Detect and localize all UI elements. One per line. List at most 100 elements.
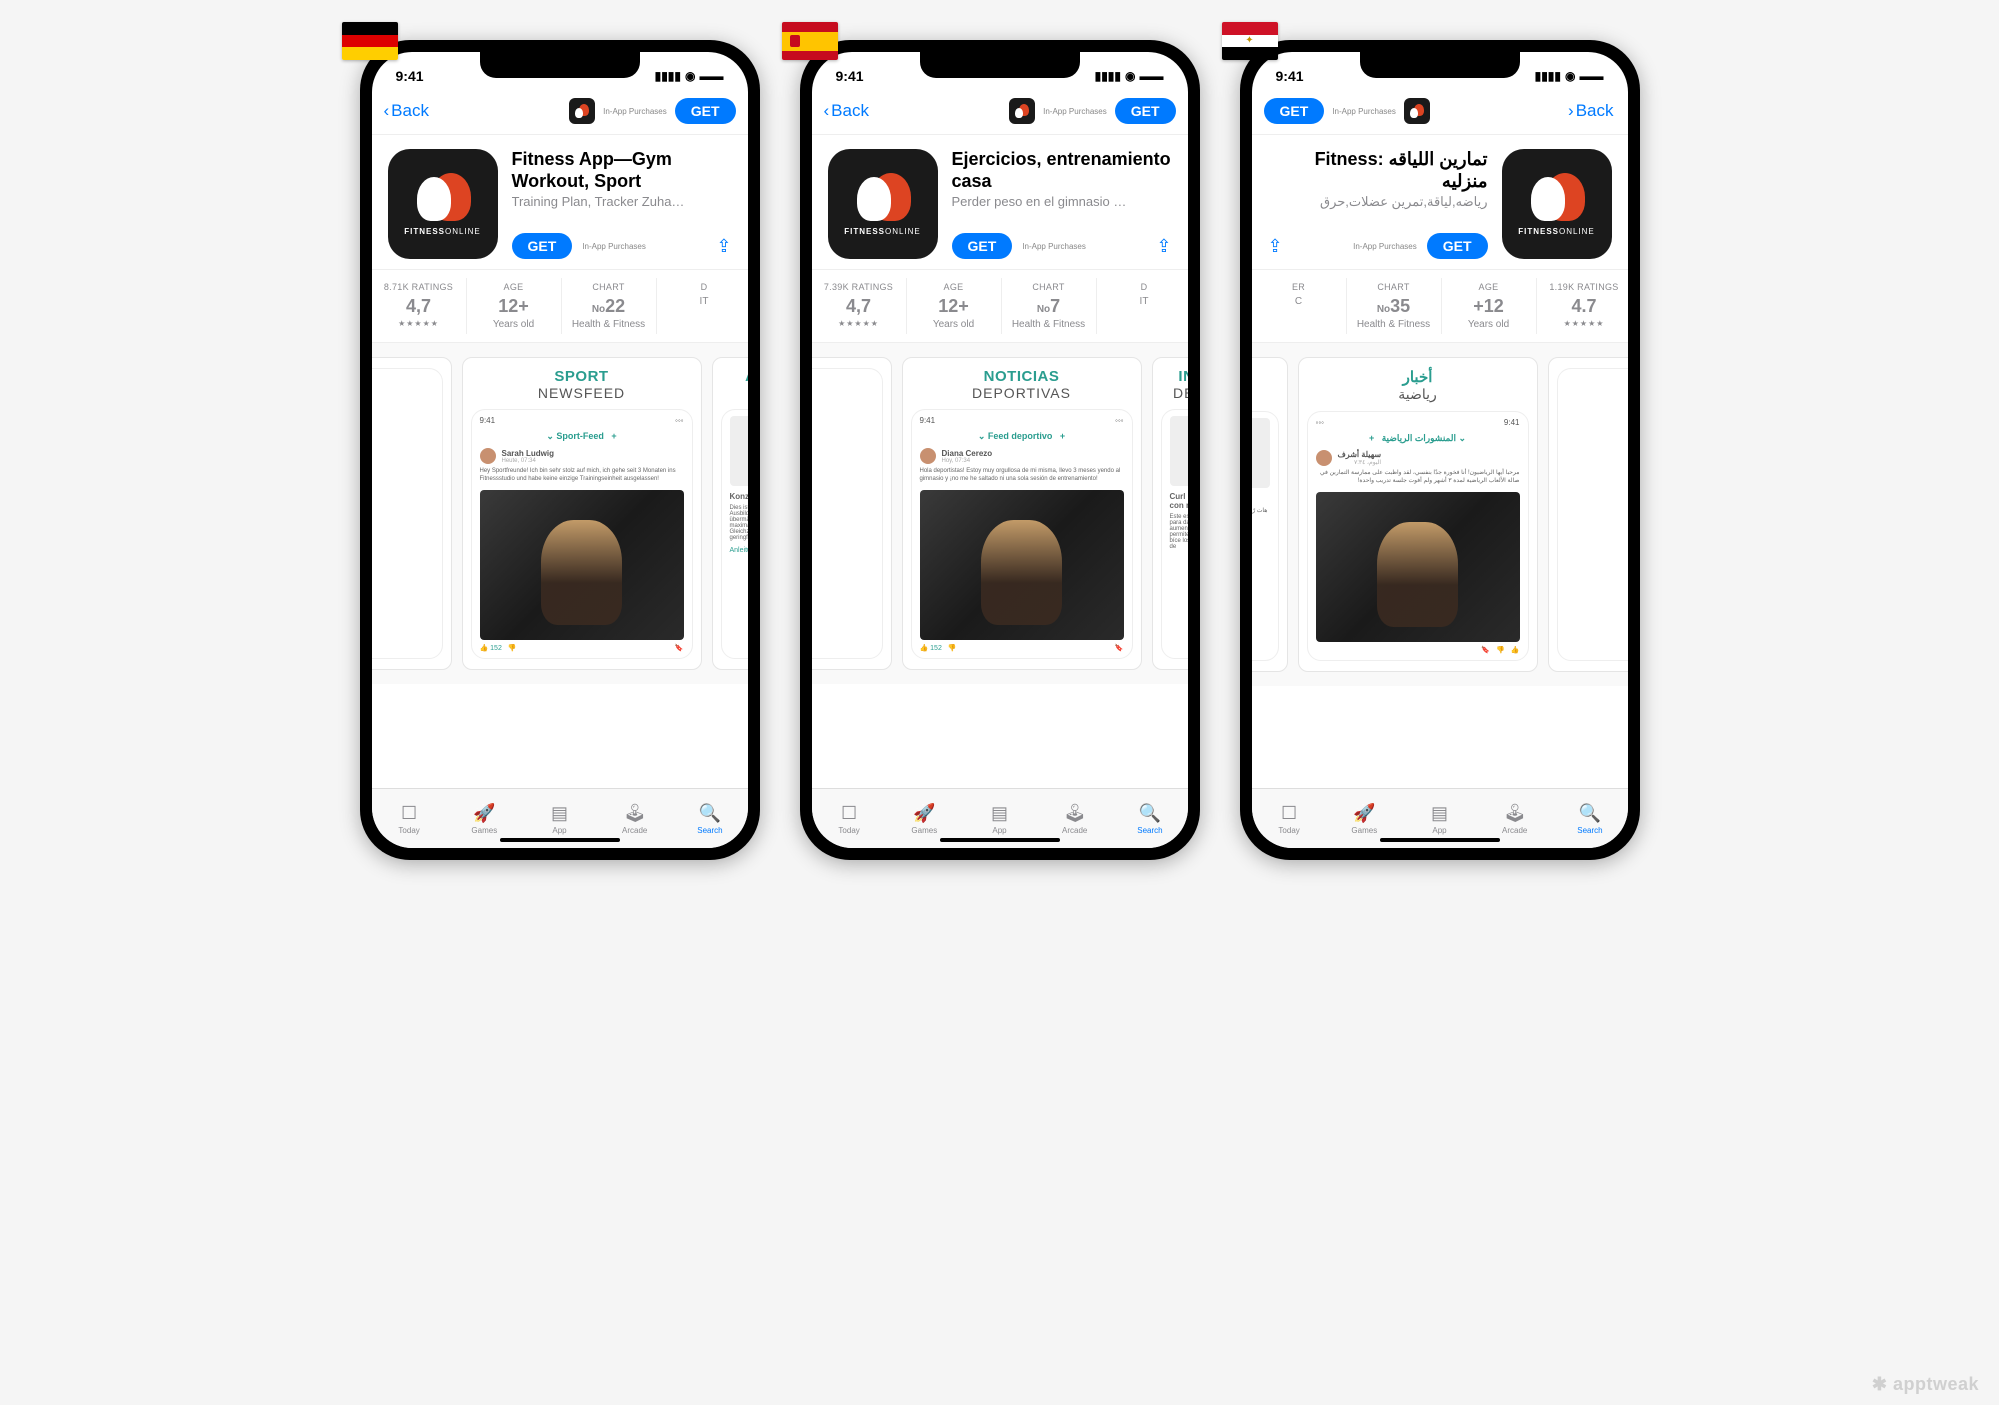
tab-today[interactable]: ☐ Today [1252,789,1327,848]
share-icon[interactable]: ⇪ [716,236,731,257]
today-icon: ☐ [1281,803,1297,824]
screenshot-right-partial[interactable]: ت لات ثني هات رًا ات الاس ضلة [1252,357,1288,672]
exercise-link[interactable]: Anleitung [730,547,748,554]
screenshots[interactable]: نظام غذائي < المزيد ٨٢٫٥ كج (-٢كج) 82.5 … [1252,343,1628,686]
stat-sub: ★★★★★ [376,319,462,328]
stat-label: AGE [911,282,997,292]
screenshot-left-partial[interactable]: Dieta Más > kg (-2 kg) 82.5 [812,357,892,670]
dislike-icon[interactable]: 👎 [508,644,517,652]
screenshot-right-partial[interactable]: AN Z Konzentra Dies ist eine Ü zur Ausbi… [712,357,748,670]
app-icon[interactable]: FITNESSONLINE [388,149,498,259]
stat-cell: AGE 12+ Years old [467,278,562,334]
iap-label-inline: In-App Purchases [1022,242,1086,251]
tab-label: Games [1351,826,1377,835]
battery-icon: ▬▬ [1140,69,1164,83]
like-icon[interactable]: 👍 152 [480,644,502,652]
iap-label: In-App Purchases [603,107,667,116]
bookmark-icon[interactable]: 🔖 [1115,644,1124,652]
exercise-image [730,416,748,486]
tab-label: Arcade [1502,826,1527,835]
get-button[interactable]: GET [512,233,573,259]
phone-1: 9:41 ▮▮▮▮ ◉ ▬▬ ‹ Back [800,40,1200,860]
stats-row[interactable]: ER C CHART No35 Health & Fitness AGE +12… [1252,269,1628,343]
feed-title: ⌄ Sport-Feed + [480,431,684,442]
feed-actions[interactable]: 👍 152 👎 🔖 [920,644,1124,652]
screenshot-left-partial[interactable]: نظام غذائي < المزيد ٨٢٫٥ كج (-٢كج) 82.5 [1548,357,1628,672]
search-icon: 🔍 [1139,803,1161,824]
like-icon[interactable]: 👍 [1511,646,1520,654]
status-time: 9:41 [396,68,424,84]
nav-right: In-App Purchases GET [569,98,735,124]
stat-value: No35 [1351,296,1437,317]
phone-frame: 9:41 ▮▮▮▮ ◉ ▬▬ ‹ Back [360,40,760,860]
home-indicator[interactable] [1380,838,1500,842]
feed-actions[interactable]: 👍 152 👎 🔖 [480,644,684,652]
tab-today[interactable]: ☐ Today [372,789,447,848]
shot-heading-1: AN [721,368,748,385]
shot-heading-1: INST [1161,368,1188,385]
stat-label: AGE [471,282,557,292]
stat-cell: D IT [1097,278,1188,334]
search-icon: 🔍 [1579,803,1601,824]
more-link[interactable]: Mehr > [372,490,434,499]
get-button-small[interactable]: GET [1115,98,1176,124]
back-button[interactable]: ‹ Back [824,101,871,121]
tab-today[interactable]: ☐ Today [812,789,887,848]
status-time: 9:41 [1276,68,1304,84]
shot-heading-1: ت [1252,368,1279,386]
app-mini-icon [569,98,595,124]
back-button[interactable]: Back › [1568,101,1615,121]
feed-image [920,490,1124,640]
more-link[interactable]: Más > [812,490,874,499]
bookmark-icon[interactable]: 🔖 [1481,646,1490,654]
tab-search[interactable]: 🔍 Search [1552,789,1627,848]
more-link[interactable]: < المزيد [1566,491,1628,500]
get-button[interactable]: GET [952,233,1013,259]
app-icon[interactable]: FITNESSONLINE [1502,149,1612,259]
get-button-small[interactable]: GET [1264,98,1325,124]
screenshots[interactable]: Ernährung Mehr > kg (-2 kg) 82.5 SPORT N… [372,343,748,684]
like-icon[interactable]: 👍 152 [920,644,942,652]
app-meta: Fitness App—Gym Workout, Sport Training … [512,149,732,259]
tab-search[interactable]: 🔍 Search [672,789,747,848]
get-button-small[interactable]: GET [675,98,736,124]
stat-label: 7.39K RATINGS [816,282,902,292]
screenshot-right-partial[interactable]: INST DE LO Curl de bice con mancue Este … [1152,357,1188,670]
flag-germany [342,22,398,60]
games-icon: 🚀 [1353,803,1375,824]
stat-value: No7 [1006,296,1092,317]
notch [920,52,1080,78]
bookmark-icon[interactable]: 🔖 [675,644,684,652]
home-indicator[interactable] [500,838,620,842]
shot-heading-1: SPORT [471,368,693,385]
home-indicator[interactable] [940,838,1060,842]
app-actions: GET In-App Purchases ⇪ [1268,233,1488,259]
notch [480,52,640,78]
dislike-icon[interactable]: 👎 [948,644,957,652]
nav-bar: Back › In-App Purchases GET [1252,92,1628,135]
screenshot-main[interactable]: SPORT NEWSFEED 9:41◦◦◦ ⌄ Sport-Feed + Sa… [462,357,702,670]
tab-label: App [552,826,566,835]
stats-row[interactable]: 7.39K RATINGS 4,7 ★★★★★ AGE 12+ Years ol… [812,269,1188,343]
feed-user: Sarah LudwigHeute, 07:34 [480,448,684,464]
screenshot-left-partial[interactable]: Ernährung Mehr > kg (-2 kg) 82.5 [372,357,452,670]
app-icon[interactable]: FITNESSONLINE [828,149,938,259]
screenshot-main[interactable]: NOTICIAS DEPORTIVAS 9:41◦◦◦ ⌄ Feed depor… [902,357,1142,670]
tab-search[interactable]: 🔍 Search [1112,789,1187,848]
share-icon[interactable]: ⇪ [1268,236,1283,257]
stat-cell: CHART No35 Health & Fitness [1347,278,1442,334]
stat-label: CHART [1006,282,1092,292]
feed-image [480,490,684,640]
screenshots[interactable]: Dieta Más > kg (-2 kg) 82.5 NOTICIAS DEP… [812,343,1188,684]
today-icon: ☐ [401,803,417,824]
feed-actions[interactable]: 👍 👎 🔖 [1316,646,1520,654]
get-button[interactable]: GET [1427,233,1488,259]
shot-heading-2: DE LO [1161,385,1188,401]
arcade-icon: 🕹 [1063,803,1086,824]
screenshot-main[interactable]: أخبار رياضية 9:41◦◦◦ ⌄ المنشورات الرياضي… [1298,357,1538,672]
share-icon[interactable]: ⇪ [1156,236,1171,257]
stat-sub: ★★★★★ [1541,319,1628,328]
dislike-icon[interactable]: 👎 [1496,646,1505,654]
stats-row[interactable]: 8.71K RATINGS 4,7 ★★★★★ AGE 12+ Years ol… [372,269,748,343]
back-button[interactable]: ‹ Back [384,101,431,121]
